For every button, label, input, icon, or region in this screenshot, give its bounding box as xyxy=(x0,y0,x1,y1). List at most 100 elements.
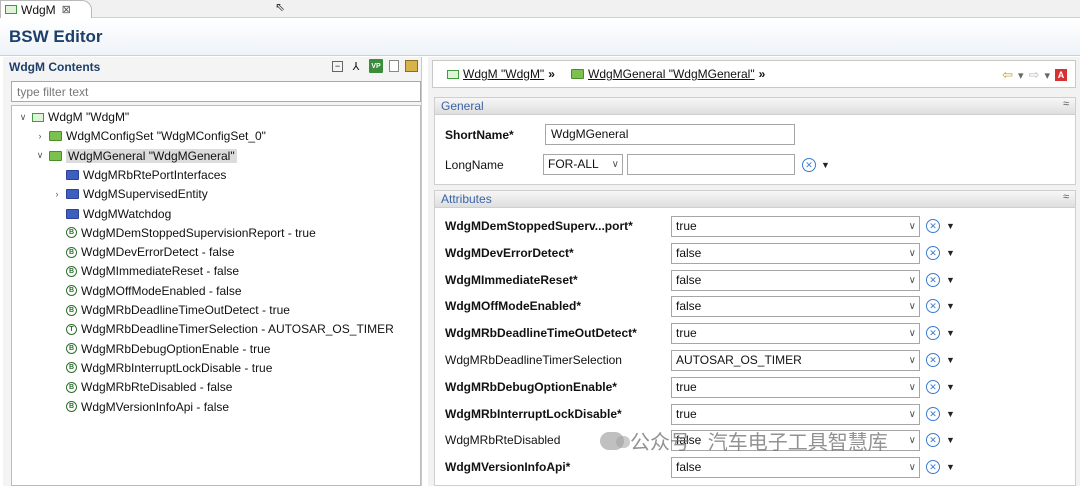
back-arrow-icon[interactable]: ⇦ xyxy=(1002,67,1013,83)
link-tree-icon[interactable]: ⅄ xyxy=(349,59,363,73)
boolean-param-icon: B xyxy=(66,401,77,412)
contents-tree: ∨ WdgM "WdgM" › WdgMConfigSet "WdgMConfigSe… xyxy=(11,105,421,486)
reset-icon[interactable]: ✕ xyxy=(926,379,940,394)
attribute-value-select[interactable]: false ∨ xyxy=(671,242,920,264)
reset-icon[interactable]: ✕ xyxy=(926,326,940,341)
menu-arrow-icon[interactable]: ▼ xyxy=(946,301,955,311)
attribute-value: true xyxy=(676,219,697,233)
tree-node-label: WdgMGeneral "WdgMGeneral" xyxy=(66,148,237,163)
attribute-value-select[interactable]: true ∨ xyxy=(671,403,920,425)
chevron-down-icon[interactable]: ▾ xyxy=(1044,69,1050,82)
attribute-value-select[interactable]: true ∨ xyxy=(671,216,920,237)
longname-label: LongName xyxy=(445,158,504,172)
breadcrumb-item-wdgm[interactable]: WdgM "WdgM" » xyxy=(447,67,555,81)
attribute-value-select[interactable]: true ∨ xyxy=(671,323,920,345)
tree-node[interactable]: B WdgMImmediateReset - false xyxy=(52,262,239,280)
general-section-body: ShortName* WdgMGeneral LongName FOR-ALL … xyxy=(434,115,1076,185)
tree-node-label: WdgMRbRtePortInterfaces xyxy=(83,167,227,182)
chevron-down-icon[interactable]: ∨ xyxy=(18,112,28,123)
menu-arrow-icon[interactable]: ▼ xyxy=(946,409,955,419)
forward-arrow-icon[interactable]: ⇨ xyxy=(1029,67,1040,83)
vp-filter-icon[interactable]: VP xyxy=(369,59,383,73)
reset-icon[interactable]: ✕ xyxy=(926,406,940,421)
chevron-down-icon: ∨ xyxy=(908,355,916,366)
attribute-value: false xyxy=(676,272,702,287)
menu-arrow-icon[interactable]: ▼ xyxy=(946,248,955,258)
attribute-value-select[interactable]: AUTOSAR_OS_TIMER ∨ xyxy=(671,350,920,371)
filter-input[interactable] xyxy=(11,81,421,102)
tab-wdgm[interactable]: WdgM ⊠ xyxy=(0,0,92,18)
breadcrumb-link[interactable]: WdgM "WdgM" xyxy=(463,67,544,81)
breadcrumb-link[interactable]: WdgMGeneral "WdgMGeneral" xyxy=(588,67,755,81)
tree-node[interactable]: B WdgMRbDeadlineTimeOutDetect - true xyxy=(52,301,290,319)
tree-node[interactable]: B WdgMRbRteDisabled - false xyxy=(52,378,232,396)
longname-field[interactable] xyxy=(627,154,795,175)
tree-node-label: WdgMSupervisedEntity xyxy=(83,187,208,202)
tree-node[interactable]: B WdgMRbDebugOptionEnable - true xyxy=(52,340,270,358)
chevron-right-icon[interactable]: › xyxy=(52,189,62,199)
menu-arrow-icon[interactable]: ▼ xyxy=(821,160,830,170)
tree-node[interactable]: › WdgMConfigSet "WdgMConfigSet_0" xyxy=(35,127,266,145)
chevron-down-icon: ∨ xyxy=(908,462,916,474)
chevron-right-icon[interactable]: › xyxy=(35,131,45,141)
collapse-section-icon[interactable]: ≈ xyxy=(1063,191,1069,203)
reset-icon[interactable]: ✕ xyxy=(926,460,940,475)
tree-node[interactable]: ∨ WdgM "WdgM" xyxy=(18,108,130,126)
reset-icon[interactable]: ✕ xyxy=(926,353,940,367)
attribute-value: AUTOSAR_OS_TIMER xyxy=(676,353,802,367)
menu-arrow-icon[interactable]: ▼ xyxy=(946,462,955,472)
tree-node[interactable]: › WdgMSupervisedEntity xyxy=(52,185,208,203)
reset-icon[interactable]: ✕ xyxy=(926,219,940,233)
chevron-down-icon: ∨ xyxy=(908,381,916,393)
reset-icon[interactable]: ✕ xyxy=(926,433,940,448)
tree-node-label: WdgMWatchdog xyxy=(83,206,172,221)
shortname-field[interactable]: WdgMGeneral xyxy=(545,124,795,145)
tree-node[interactable]: WdgMRbRtePortInterfaces xyxy=(52,166,226,184)
menu-arrow-icon[interactable]: ▼ xyxy=(946,328,955,338)
attribute-label: WdgMVersionInfoApi* xyxy=(445,460,571,475)
tree-node[interactable]: T WdgMRbDeadlineTimerSelection - AUTOSAR_… xyxy=(52,320,394,338)
attribute-value-select[interactable]: true ∨ xyxy=(671,376,920,398)
tree-node[interactable]: B WdgMRbInterruptLockDisable - true xyxy=(52,359,272,377)
language-select[interactable]: FOR-ALL ∨ xyxy=(543,154,623,175)
reset-icon[interactable]: ✕ xyxy=(926,272,940,287)
attribute-value-select[interactable]: false ∨ xyxy=(671,269,920,291)
menu-arrow-icon[interactable]: ▼ xyxy=(946,275,955,285)
boolean-param-icon: B xyxy=(66,304,77,316)
boolean-param-icon: B xyxy=(66,285,77,297)
chevron-down-icon: ∨ xyxy=(611,159,619,170)
attribute-value-select[interactable]: false ∨ xyxy=(671,457,920,479)
table-view-icon[interactable] xyxy=(405,60,418,72)
attribute-label: WdgMRbDeadlineTimerSelection xyxy=(445,353,622,367)
reset-icon[interactable]: ✕ xyxy=(926,299,940,314)
chevron-down-icon[interactable]: ▾ xyxy=(1018,69,1024,82)
menu-arrow-icon[interactable]: ▼ xyxy=(946,355,955,365)
tree-node[interactable]: B WdgMVersionInfoApi - false xyxy=(52,398,229,416)
tree-node[interactable]: B WdgMDemStoppedSupervisionReport - true xyxy=(52,224,316,242)
document-icon[interactable] xyxy=(389,60,399,72)
tree-node[interactable]: WdgMWatchdog xyxy=(52,205,171,223)
collapse-section-icon[interactable]: ≈ xyxy=(1063,98,1069,110)
autosar-icon[interactable]: A xyxy=(1055,69,1067,81)
section-title: General xyxy=(441,99,484,113)
menu-arrow-icon[interactable]: ▼ xyxy=(946,221,955,231)
green-folder-icon xyxy=(571,69,584,79)
tree-node-label: WdgMConfigSet "WdgMConfigSet_0" xyxy=(66,129,266,144)
breadcrumb-item-wdgmgeneral[interactable]: WdgMGeneral "WdgMGeneral" » xyxy=(571,67,765,81)
general-section-header[interactable]: General ≈ xyxy=(434,97,1076,115)
menu-arrow-icon[interactable]: ▼ xyxy=(946,435,955,445)
tree-node[interactable]: B WdgMOffModeEnabled - false xyxy=(52,282,242,300)
attribute-value: false xyxy=(676,299,702,314)
chevron-down-icon[interactable]: ∨ xyxy=(35,150,45,161)
boolean-param-icon: B xyxy=(66,343,77,355)
collapse-all-icon[interactable]: − xyxy=(332,60,343,72)
tree-node[interactable]: ∨ WdgMGeneral "WdgMGeneral" xyxy=(35,147,237,165)
reset-icon[interactable]: ✕ xyxy=(802,158,816,172)
attributes-section-header[interactable]: Attributes ≈ xyxy=(434,190,1076,208)
attribute-value-select[interactable]: false ∨ xyxy=(671,296,920,318)
reset-icon[interactable]: ✕ xyxy=(926,245,940,260)
tree-node[interactable]: B WdgMDevErrorDetect - false xyxy=(52,243,234,261)
tree-node-label: WdgMRbDebugOptionEnable - true xyxy=(81,341,271,356)
menu-arrow-icon[interactable]: ▼ xyxy=(946,382,955,392)
close-icon[interactable]: ⊠ xyxy=(62,3,71,16)
